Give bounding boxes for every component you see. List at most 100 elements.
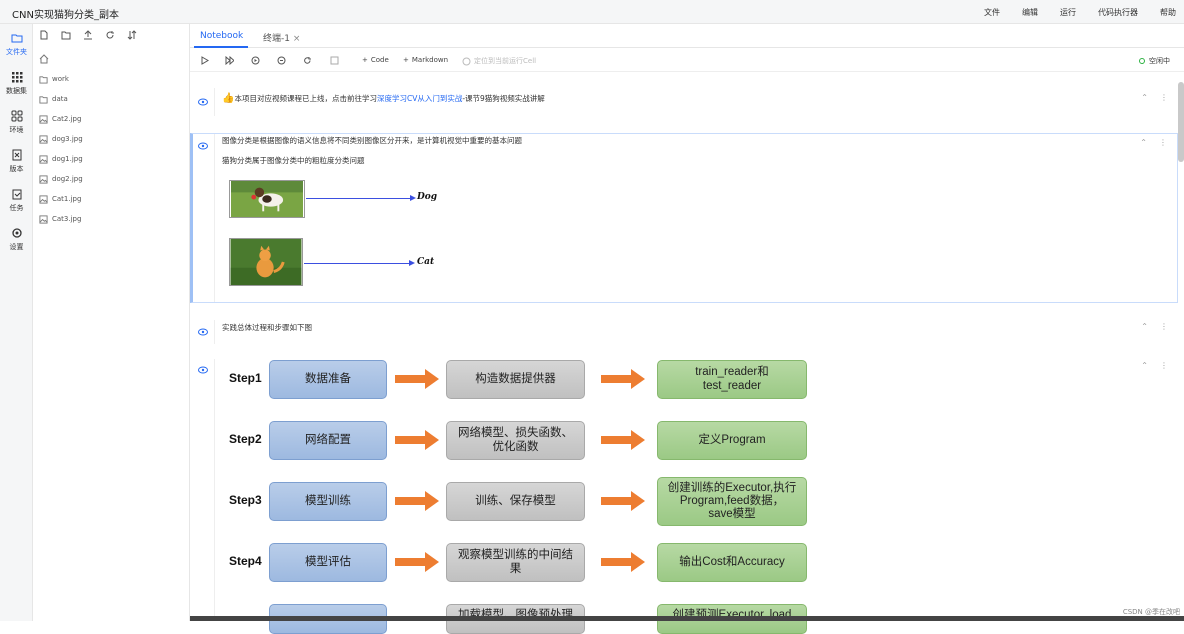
- menu-edit[interactable]: 编辑: [1022, 7, 1038, 18]
- nav-dataset-label: 数据集: [6, 87, 27, 95]
- orange-arrow: [601, 552, 645, 572]
- orange-arrow: [395, 552, 439, 572]
- nav-version[interactable]: 版本: [0, 149, 33, 174]
- orange-arrow: [601, 430, 645, 450]
- nav-task[interactable]: 任务: [0, 188, 33, 213]
- nav-settings[interactable]: 设置: [0, 227, 33, 252]
- restart-kernel-button[interactable]: [303, 56, 312, 65]
- cell-gutter: [214, 88, 215, 116]
- tab-notebook[interactable]: Notebook: [200, 31, 243, 41]
- step-box-c: 创建训练的Executor,执行 Program,feed数据， save模型: [657, 477, 807, 526]
- file-item[interactable]: Cat3.jpg: [39, 212, 81, 226]
- dog-label: Dog: [417, 192, 438, 202]
- more-icon[interactable]: ⋮: [1159, 138, 1167, 147]
- file-name: work: [52, 75, 69, 83]
- nav-folder[interactable]: 文件夹: [0, 32, 33, 57]
- sort-icon[interactable]: [127, 30, 137, 40]
- file-item[interactable]: work: [39, 72, 69, 86]
- more-icon[interactable]: ⋮: [1160, 322, 1168, 331]
- app-title: CNN实现猫狗分类_副本: [12, 10, 119, 21]
- tab-bar: Notebook 终端-1 ×: [190, 24, 1184, 48]
- more-icon[interactable]: ⋮: [1160, 361, 1168, 370]
- file-panel: work data Cat2.jpg dog3.jpg dog1.jpg dog…: [33, 24, 190, 621]
- file-name: dog1.jpg: [52, 155, 83, 163]
- refresh-icon: [304, 57, 311, 64]
- notebook-toolbar: + Code + Markdown 定位到当前运行Cell 空闲中: [190, 50, 1184, 72]
- nav-env[interactable]: 环境: [0, 110, 33, 135]
- step-box-b: 训练、保存模型: [446, 482, 585, 521]
- menu-executor[interactable]: 代码执行器: [1098, 7, 1138, 18]
- menu-run[interactable]: 运行: [1060, 7, 1076, 18]
- nav-folder-label: 文件夹: [6, 48, 27, 56]
- cell-gutter: [214, 359, 215, 621]
- eye-icon[interactable]: [198, 366, 208, 374]
- interrupt-button[interactable]: [277, 56, 286, 65]
- cell-2-line1: 图像分类是根据图像的语义信息将不同类别图像区分开来，是计算机视觉中重要的基本问题: [222, 136, 522, 145]
- markdown-cell[interactable]: 👍本项目对应视频课程已上线，点击前往学习深度学习CV从入门到实战-课节9猫狗视频…: [190, 88, 1178, 116]
- cat-arrow: [304, 263, 411, 264]
- file-item[interactable]: Cat2.jpg: [39, 112, 81, 126]
- markdown-cell[interactable]: 实践总体过程和步骤如下图 ⌃ ⋮: [190, 320, 1178, 344]
- upload-icon[interactable]: [83, 30, 93, 40]
- step-box-c: 定义Program: [657, 421, 807, 460]
- tab-terminal-label: 终端-1: [263, 34, 290, 44]
- image-file-icon: [39, 114, 48, 124]
- step-box-a: 数据准备: [269, 360, 387, 399]
- add-code-button[interactable]: + Code: [362, 56, 389, 64]
- eye-icon[interactable]: [198, 142, 208, 150]
- save-button[interactable]: [330, 56, 339, 65]
- cell-gutter: [214, 320, 215, 344]
- file-item[interactable]: dog1.jpg: [39, 152, 83, 166]
- add-markdown-button[interactable]: + Markdown: [403, 56, 448, 64]
- horizontal-scrollbar[interactable]: [190, 616, 1184, 621]
- folder-icon: [39, 75, 48, 84]
- more-icon[interactable]: ⋮: [1160, 93, 1168, 102]
- grid-icon: [11, 72, 22, 83]
- cell-3-text: 实践总体过程和步骤如下图: [222, 323, 312, 332]
- cell-1-text: 👍本项目对应视频课程已上线，点击前往学习深度学习CV从入门到实战-课节9猫狗视频…: [222, 93, 545, 104]
- vertical-scrollbar[interactable]: [1178, 82, 1184, 162]
- markdown-cell-selected[interactable]: 图像分类是根据图像的语义信息将不同类别图像区分开来，是计算机视觉中重要的基本问题…: [190, 133, 1178, 303]
- locate-running-cell-button[interactable]: 定位到当前运行Cell: [462, 56, 536, 66]
- step-box-a: 网络配置: [269, 421, 387, 460]
- eye-icon[interactable]: [198, 98, 208, 106]
- file-item[interactable]: dog3.jpg: [39, 132, 83, 146]
- menu-file[interactable]: 文件: [984, 7, 1000, 18]
- collapse-icon[interactable]: ⌃: [1141, 93, 1148, 102]
- home-icon[interactable]: [39, 54, 49, 64]
- restart-run-button[interactable]: [251, 56, 260, 65]
- cell-1-prefix: 本项目对应视频课程已上线，点击前往学习: [234, 94, 377, 103]
- step-box-c: train_reader和 test_reader: [657, 360, 807, 399]
- file-item[interactable]: Cat1.jpg: [39, 192, 81, 206]
- image-file-icon: [39, 194, 48, 204]
- file-name: dog2.jpg: [52, 175, 83, 183]
- course-link[interactable]: 深度学习CV从入门到实战: [377, 94, 462, 103]
- file-item[interactable]: dog2.jpg: [39, 172, 83, 186]
- eye-icon[interactable]: [198, 328, 208, 336]
- run-button[interactable]: [200, 56, 209, 65]
- collapse-icon[interactable]: ⌃: [1141, 361, 1148, 370]
- step-box-a: 模型训练: [269, 482, 387, 521]
- markdown-cell-diagram[interactable]: ⌃ ⋮ Step1 数据准备 构造数据提供器 train_reader和 test…: [190, 359, 1178, 634]
- step-box-a: 模型评估: [269, 543, 387, 582]
- cat-arrowhead: [409, 260, 415, 266]
- active-tab-indicator: [194, 46, 248, 48]
- menu-help[interactable]: 帮助: [1160, 7, 1176, 18]
- new-file-icon[interactable]: [39, 30, 49, 40]
- new-folder-icon[interactable]: [61, 30, 71, 40]
- kernel-status-label: 空闲中: [1149, 57, 1170, 65]
- collapse-icon[interactable]: ⌃: [1140, 138, 1147, 147]
- tab-terminal[interactable]: 终端-1 ×: [263, 31, 300, 44]
- cell-actions: ⌃ ⋮: [1141, 93, 1168, 102]
- cell-actions: ⌃ ⋮: [1140, 138, 1167, 147]
- target-icon: [462, 57, 471, 65]
- refresh-icon[interactable]: [105, 30, 115, 40]
- collapse-icon[interactable]: ⌃: [1141, 322, 1148, 331]
- file-item[interactable]: data: [39, 92, 68, 106]
- cell-2-line2: 猫狗分类属于图像分类中的粗粒度分类问题: [222, 156, 365, 165]
- step-label: Step2: [229, 432, 262, 446]
- nav-dataset[interactable]: 数据集: [0, 71, 33, 96]
- run-all-button[interactable]: [225, 56, 234, 65]
- close-icon[interactable]: ×: [293, 34, 301, 44]
- thumbs-up-icon: 👍: [222, 93, 235, 104]
